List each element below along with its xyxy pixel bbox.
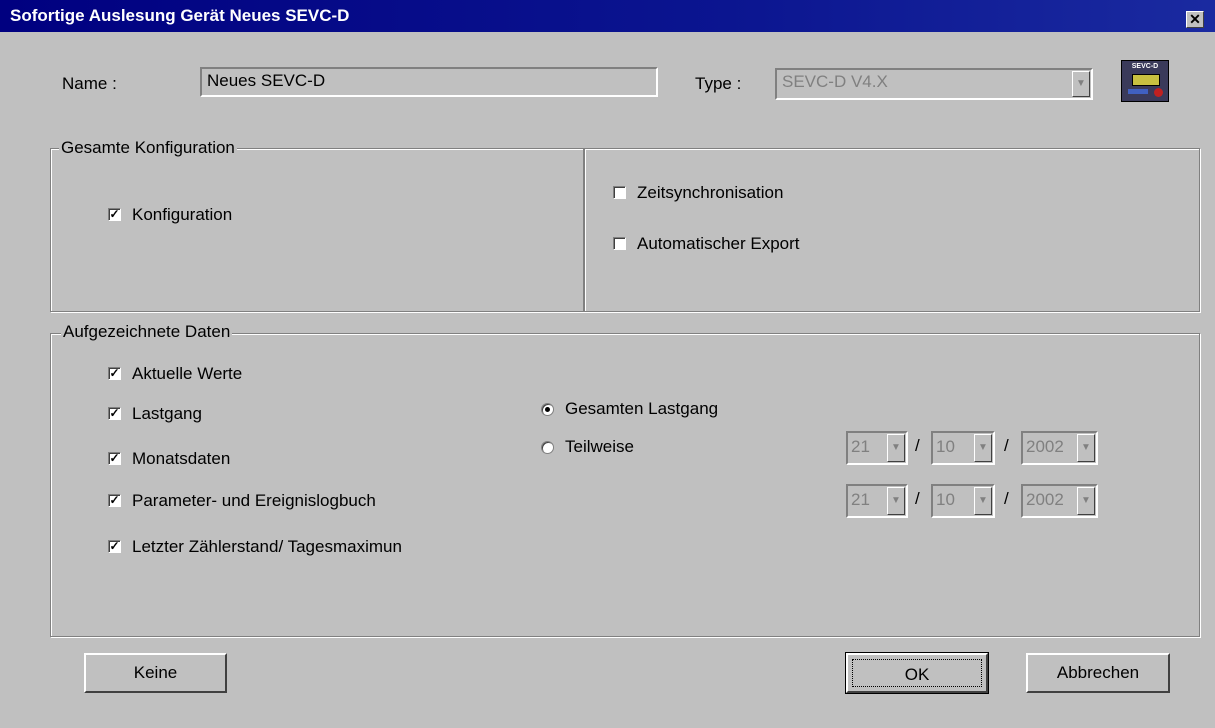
date-separator: / [915,436,920,455]
gesamten-lastgang-radio[interactable] [541,403,554,416]
data-group-legend: Aufgezeichnete Daten [61,322,233,342]
config-group-left [50,148,584,312]
monatsdaten-label: Monatsdaten [132,449,231,468]
check-icon: ✓ [109,406,120,420]
device-icon-label: SEVC-D [1131,63,1159,70]
from-month-dropdown[interactable]: 10 ▼ [931,431,995,465]
to-month-dropdown[interactable]: 10 ▼ [931,484,995,518]
from-year-dropdown[interactable]: 2002 ▼ [1021,431,1098,465]
gesamten-lastgang-label: Gesamten Lastgang [565,399,719,418]
close-icon: ✕ [1189,11,1201,27]
autoexport-label: Automatischer Export [637,234,800,253]
check-icon: ✓ [109,207,120,221]
aktuelle-werte-checkbox[interactable]: ✓ [108,367,121,380]
chevron-down-icon[interactable]: ▼ [1072,71,1090,97]
type-dropdown[interactable]: SEVC-D V4.X ▼ [775,68,1093,100]
to-year-dropdown[interactable]: 2002 ▼ [1021,484,1098,518]
chevron-down-icon[interactable]: ▼ [887,487,905,515]
date-separator: / [1004,436,1009,455]
konfiguration-label: Konfiguration [132,205,233,224]
name-field[interactable]: Neues SEVC-D [200,67,658,97]
monatsdaten-checkbox[interactable]: ✓ [108,452,121,465]
date-separator: / [915,489,920,508]
abbrechen-button[interactable]: Abbrechen [1026,653,1170,693]
logbuch-label: Parameter- und Ereignislogbuch [132,491,376,510]
chevron-down-icon[interactable]: ▼ [1077,487,1095,515]
ok-button-label: OK [852,659,982,687]
check-icon: ✓ [109,451,120,465]
config-group-right [584,148,1200,312]
window-title: Sofortige Auslesung Gerät Neues SEVC-D [10,6,350,25]
aktuelle-werte-label: Aktuelle Werte [132,364,243,383]
check-icon: ✓ [109,539,120,553]
check-icon: ✓ [109,366,120,380]
chevron-down-icon[interactable]: ▼ [974,487,992,515]
name-value: Neues SEVC-D [207,71,326,90]
logbuch-checkbox[interactable]: ✓ [108,494,121,507]
close-button[interactable]: ✕ [1186,11,1204,28]
lastgang-checkbox[interactable]: ✓ [108,407,121,420]
chevron-down-icon[interactable]: ▼ [1077,434,1095,462]
teilweise-radio[interactable] [541,441,554,454]
zaehlerstand-label: Letzter Zählerstand/ Tagesmaximun [132,537,402,556]
zeitsync-label: Zeitsynchronisation [637,183,784,202]
date-separator: / [1004,489,1009,508]
from-day-dropdown[interactable]: 21 ▼ [846,431,908,465]
chevron-down-icon[interactable]: ▼ [887,434,905,462]
type-label: Type : [695,74,742,93]
check-icon: ✓ [109,493,120,507]
ok-button[interactable]: OK [845,652,989,694]
name-label: Name : [62,74,117,93]
type-value: SEVC-D V4.X [782,72,888,91]
konfiguration-checkbox[interactable]: ✓ [108,208,121,221]
zaehlerstand-checkbox[interactable]: ✓ [108,540,121,553]
config-group-legend: Gesamte Konfiguration [59,138,237,158]
chevron-down-icon[interactable]: ▼ [974,434,992,462]
keine-button[interactable]: Keine [84,653,227,693]
teilweise-label: Teilweise [565,437,634,456]
device-icon: SEVC-D [1121,60,1169,102]
lastgang-label: Lastgang [132,404,202,423]
to-day-dropdown[interactable]: 21 ▼ [846,484,908,518]
autoexport-checkbox[interactable] [613,237,626,250]
zeitsync-checkbox[interactable] [613,186,626,199]
